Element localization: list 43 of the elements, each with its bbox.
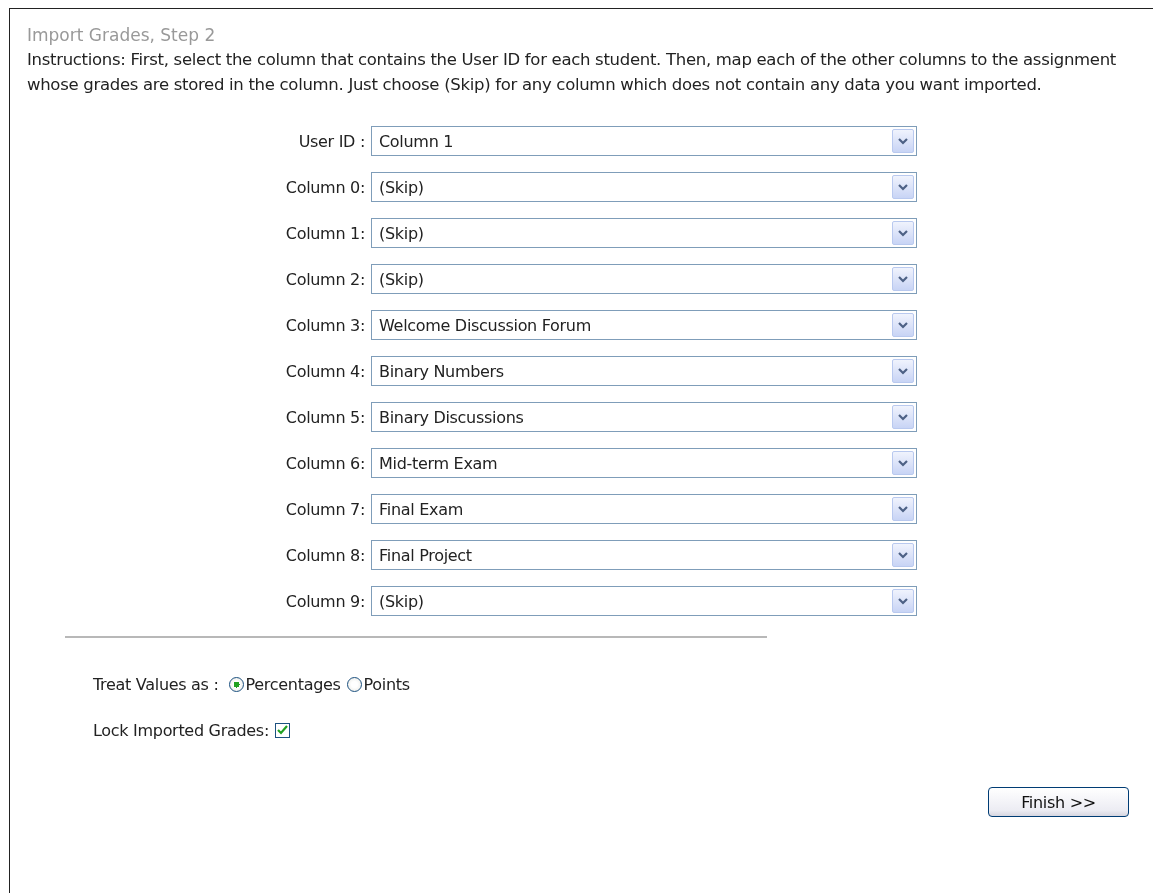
column-dropdown[interactable]: Final Project — [371, 540, 917, 570]
radio-button[interactable] — [228, 676, 244, 692]
page-title: Import Grades, Step 2 — [27, 24, 217, 47]
column-dropdown[interactable]: (Skip) — [371, 218, 917, 248]
column-dropdown[interactable]: Binary Discussions — [371, 402, 917, 432]
chevron-down-icon — [892, 405, 914, 429]
radio-option[interactable]: Points — [346, 674, 410, 694]
chevron-down-icon — [892, 451, 914, 475]
field-label: Column 3: — [284, 315, 366, 335]
chevron-down-icon — [892, 313, 914, 337]
chevron-down-icon — [892, 129, 914, 153]
chevron-down-icon — [892, 221, 914, 245]
field-label: Column 8: — [284, 545, 366, 565]
column-dropdown[interactable]: Column 1 — [371, 126, 917, 156]
field-label: Column 4: — [284, 361, 366, 381]
chevron-down-icon — [892, 267, 914, 291]
column-dropdown[interactable]: (Skip) — [371, 586, 917, 616]
column-dropdown[interactable]: Mid-term Exam — [371, 448, 917, 478]
radio-button[interactable] — [346, 676, 362, 692]
field-label: User ID : — [297, 131, 366, 151]
field-label: Treat Values as : — [93, 674, 219, 694]
column-dropdown[interactable]: (Skip) — [371, 172, 917, 202]
checkbox[interactable] — [274, 722, 290, 738]
radio-option[interactable]: Percentages — [228, 674, 341, 694]
finish-button[interactable]: Finish >> — [988, 787, 1129, 817]
field-label: Column 6: — [284, 453, 366, 473]
column-dropdown[interactable]: (Skip) — [371, 264, 917, 294]
field-label: Column 2: — [284, 269, 366, 289]
chevron-down-icon — [892, 175, 914, 199]
instructions-text: Instructions: First, select the column that contains the User ID for each student. Then, map each of the other columns to the assignment whose grades are stored in the column. Just choose (Skip) for any column which does not contain any data you want imported. — [27, 49, 1117, 96]
field-label: Column 5: — [284, 407, 366, 427]
chevron-down-icon — [892, 589, 914, 613]
chevron-down-icon — [892, 497, 914, 521]
column-dropdown[interactable]: Welcome Discussion Forum — [371, 310, 917, 340]
field-label: Column 7: — [284, 499, 366, 519]
field-label: Lock Imported Grades: — [93, 720, 269, 740]
chevron-down-icon — [892, 359, 914, 383]
chevron-down-icon — [892, 543, 914, 567]
column-dropdown[interactable]: Final Exam — [371, 494, 917, 524]
field-label: Column 9: — [284, 591, 366, 611]
column-dropdown[interactable]: Binary Numbers — [371, 356, 917, 386]
field-label: Column 1: — [284, 223, 366, 243]
field-label: Column 0: — [284, 177, 366, 197]
